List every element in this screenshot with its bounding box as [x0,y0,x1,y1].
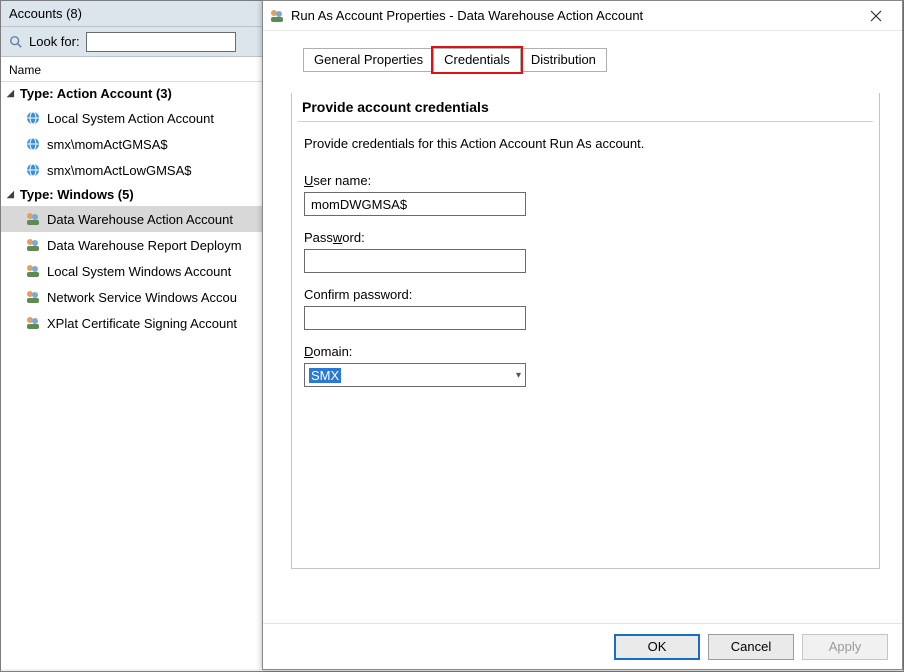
password-input[interactable] [304,249,526,273]
section-description: Provide credentials for this Action Acco… [304,136,873,151]
dialog-body: General Properties Credentials Distribut… [263,31,902,623]
password-label: Password: [304,230,867,245]
dialog-title: Run As Account Properties - Data Warehou… [291,8,856,23]
item-label: Data Warehouse Report Deploym [47,238,242,253]
item-label: Local System Windows Account [47,264,231,279]
item-label: smx\momActGMSA$ [47,137,168,152]
close-button[interactable] [856,2,896,30]
cancel-button[interactable]: Cancel [708,634,794,660]
username-input[interactable] [304,192,526,216]
account-icon [269,8,285,24]
users-key-icon [25,289,41,305]
item-label: smx\momActLowGMSA$ [47,163,191,178]
item-label: Local System Action Account [47,111,214,126]
tab-general-properties[interactable]: General Properties [303,48,434,72]
confirm-password-label: Confirm password: [304,287,867,302]
group-label: Type: Windows (5) [20,187,134,202]
dialog-titlebar: Run As Account Properties - Data Warehou… [263,1,902,31]
globe-icon [25,136,41,152]
users-key-icon [25,263,41,279]
dialog-button-row: OK Cancel Apply [263,623,902,669]
item-label: XPlat Certificate Signing Account [47,316,237,331]
domain-field-group: Domain: SMX ▾ [304,344,867,387]
confirm-password-field-group: Confirm password: [304,287,867,330]
chevron-down-icon: ▾ [516,370,521,381]
close-icon [870,10,882,22]
domain-combobox[interactable]: SMX ▾ [304,363,526,387]
item-label: Network Service Windows Accou [47,290,237,305]
users-key-icon [25,237,41,253]
look-for-label: Look for: [29,34,80,49]
tab-distribution[interactable]: Distribution [520,48,607,72]
group-label: Type: Action Account (3) [20,86,172,101]
domain-label: Domain: [304,344,867,359]
tabstrip: General Properties Credentials Distribut… [303,47,876,72]
users-key-icon [25,211,41,227]
username-label: User name: [304,173,867,188]
confirm-password-input[interactable] [304,306,526,330]
users-key-icon [25,315,41,331]
apply-button[interactable]: Apply [802,634,888,660]
password-field-group: Password: [304,230,867,273]
search-icon [9,35,23,49]
tab-credentials[interactable]: Credentials [433,48,521,72]
username-field-group: User name: [304,173,867,216]
runas-properties-dialog: Run As Account Properties - Data Warehou… [262,0,903,670]
tab-content-credentials: Provide account credentials Provide cred… [291,93,880,569]
credentials-form: User name: Password: Confirm password: [298,173,873,387]
ok-button[interactable]: OK [614,634,700,660]
expander-icon[interactable]: ◢ [7,189,14,200]
look-for-input[interactable] [86,32,236,52]
globe-icon [25,110,41,126]
globe-icon [25,162,41,178]
section-title: Provide account credentials [298,93,873,122]
domain-selected-value: SMX [309,368,341,383]
expander-icon[interactable]: ◢ [7,88,14,99]
item-label: Data Warehouse Action Account [47,212,233,227]
